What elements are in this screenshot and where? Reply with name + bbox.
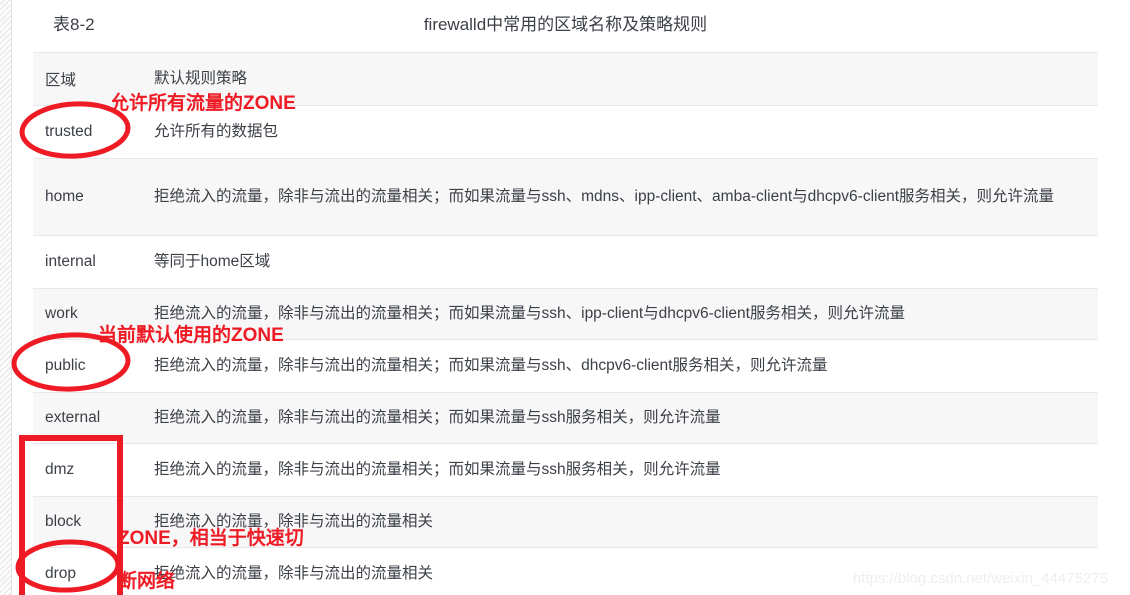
zone-cell-block: block: [33, 496, 150, 548]
zones-table: 区域 默认规则策略 trusted 允许所有的数据包 home 拒绝流入的流量，…: [33, 52, 1098, 595]
zone-cell-external: external: [33, 392, 150, 444]
header-cell-policy: 默认规则策略: [150, 52, 1098, 106]
table-row[interactable]: home 拒绝流入的流量，除非与流出的流量相关；而如果流量与ssh、mdns、i…: [33, 158, 1098, 236]
zone-cell-home: home: [33, 158, 150, 236]
table-row[interactable]: trusted 允许所有的数据包: [33, 105, 1098, 159]
page-root: 表8-2 firewalld中常用的区域名称及策略规则 区域 默认规则策略 tr…: [0, 0, 1130, 595]
page-left-edge: [0, 0, 12, 595]
policy-cell-internal: 等同于home区域: [150, 235, 1098, 289]
table-row[interactable]: internal 等同于home区域: [33, 235, 1098, 289]
caption-title: firewalld中常用的区域名称及策略规则: [423, 15, 708, 34]
watermark: https://blog.csdn.net/weixin_44475275: [852, 570, 1108, 587]
policy-cell-work: 拒绝流入的流量，除非与流出的流量相关；而如果流量与ssh、ipp-client与…: [150, 288, 1098, 340]
zone-cell-trusted: trusted: [33, 105, 150, 159]
policy-cell-dmz: 拒绝流入的流量，除非与流出的流量相关；而如果流量与ssh服务相关，则允许流量: [150, 443, 1098, 497]
policy-cell-home: 拒绝流入的流量，除非与流出的流量相关；而如果流量与ssh、mdns、ipp-cl…: [150, 158, 1098, 236]
zone-cell-drop: drop: [33, 547, 150, 595]
policy-cell-block: 拒绝流入的流量，除非与流出的流量相关: [150, 496, 1098, 548]
policy-cell-external: 拒绝流入的流量，除非与流出的流量相关；而如果流量与ssh服务相关，则允许流量: [150, 392, 1098, 444]
table-row[interactable]: external 拒绝流入的流量，除非与流出的流量相关；而如果流量与ssh服务相…: [33, 392, 1098, 444]
table-header-row: 区域 默认规则策略: [33, 52, 1098, 106]
policy-cell-trusted: 允许所有的数据包: [150, 105, 1098, 159]
table-row[interactable]: dmz 拒绝流入的流量，除非与流出的流量相关；而如果流量与ssh服务相关，则允许…: [33, 443, 1098, 497]
table-row[interactable]: public 拒绝流入的流量，除非与流出的流量相关；而如果流量与ssh、dhcp…: [33, 339, 1098, 393]
table-caption: 表8-2 firewalld中常用的区域名称及策略规则: [33, 8, 1098, 42]
table-row[interactable]: block 拒绝流入的流量，除非与流出的流量相关: [33, 496, 1098, 548]
zone-cell-dmz: dmz: [33, 443, 150, 497]
zone-cell-work: work: [33, 288, 150, 340]
table-row[interactable]: work 拒绝流入的流量，除非与流出的流量相关；而如果流量与ssh、ipp-cl…: [33, 288, 1098, 340]
zone-cell-public: public: [33, 339, 150, 393]
policy-cell-public: 拒绝流入的流量，除非与流出的流量相关；而如果流量与ssh、dhcpv6-clie…: [150, 339, 1098, 393]
header-cell-zone: 区域: [33, 52, 150, 106]
zone-cell-internal: internal: [33, 235, 150, 289]
